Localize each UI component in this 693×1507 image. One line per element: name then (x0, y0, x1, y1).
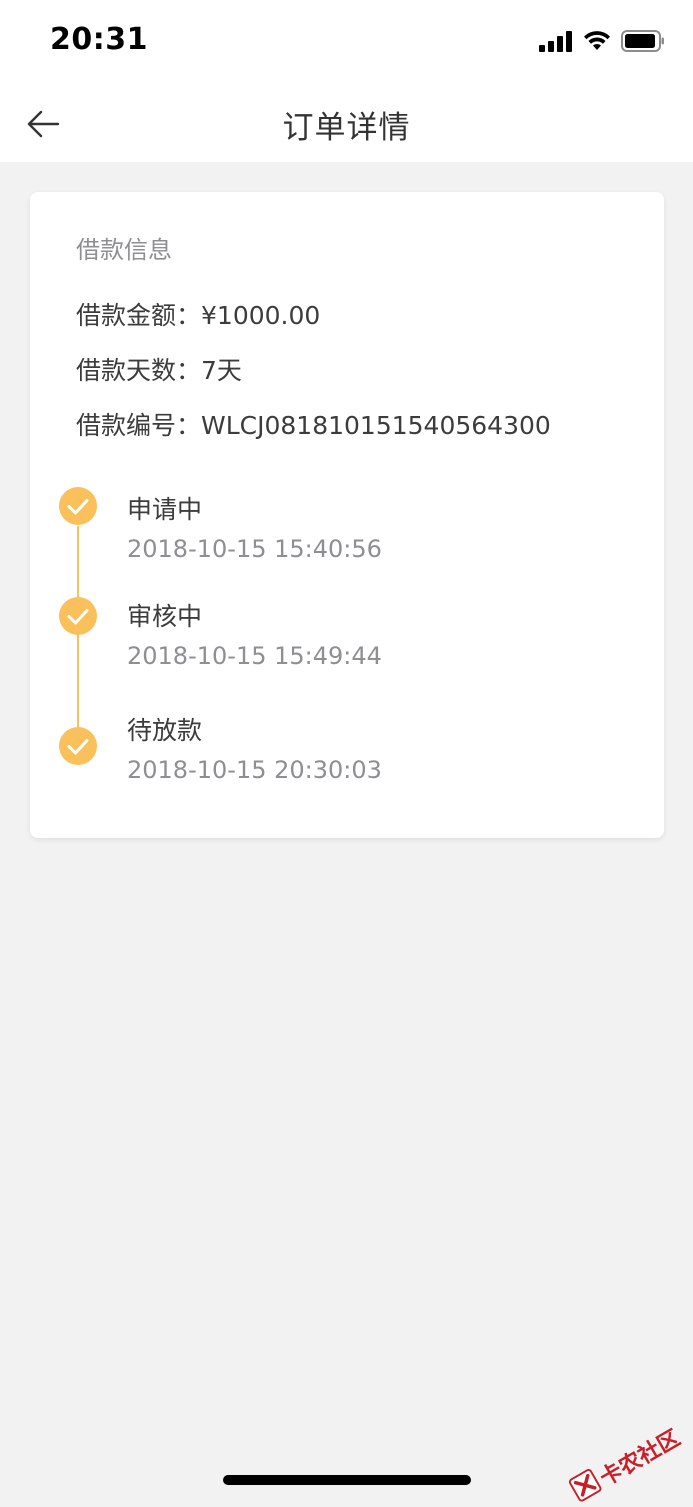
check-circle-icon (59, 727, 97, 765)
status-time: 20:31 (50, 22, 148, 57)
battery-icon (621, 30, 665, 56)
watermark-text: 卡农社区 (595, 1424, 685, 1491)
timeline-step-time: 2018-10-15 20:30:03 (127, 756, 382, 784)
check-circle-icon (59, 597, 97, 635)
wifi-icon (583, 30, 611, 56)
status-bar: 20:31 (0, 0, 693, 84)
status-timeline: 申请中 2018-10-15 15:40:56 审核中 2018-10-15 1… (30, 192, 664, 838)
timeline-step-status: 申请中 (127, 495, 203, 524)
timeline-step-status: 待放款 (127, 716, 203, 745)
page-title: 订单详情 (282, 110, 411, 146)
timeline-step-status: 审核中 (127, 602, 203, 631)
timeline-step-time: 2018-10-15 15:49:44 (127, 642, 382, 670)
check-circle-icon (59, 487, 97, 525)
nav-bar: 订单详情 (0, 84, 693, 162)
timeline-step-time: 2018-10-15 15:40:56 (127, 535, 382, 563)
signal-icon (539, 30, 573, 56)
watermark: 卡农社区 (567, 1421, 685, 1507)
home-indicator[interactable] (223, 1475, 471, 1485)
order-detail-card: 借款信息 借款金额：¥1000.00 借款天数：7天 借款编号：WLCJ0818… (30, 192, 664, 838)
status-icons (539, 28, 665, 58)
